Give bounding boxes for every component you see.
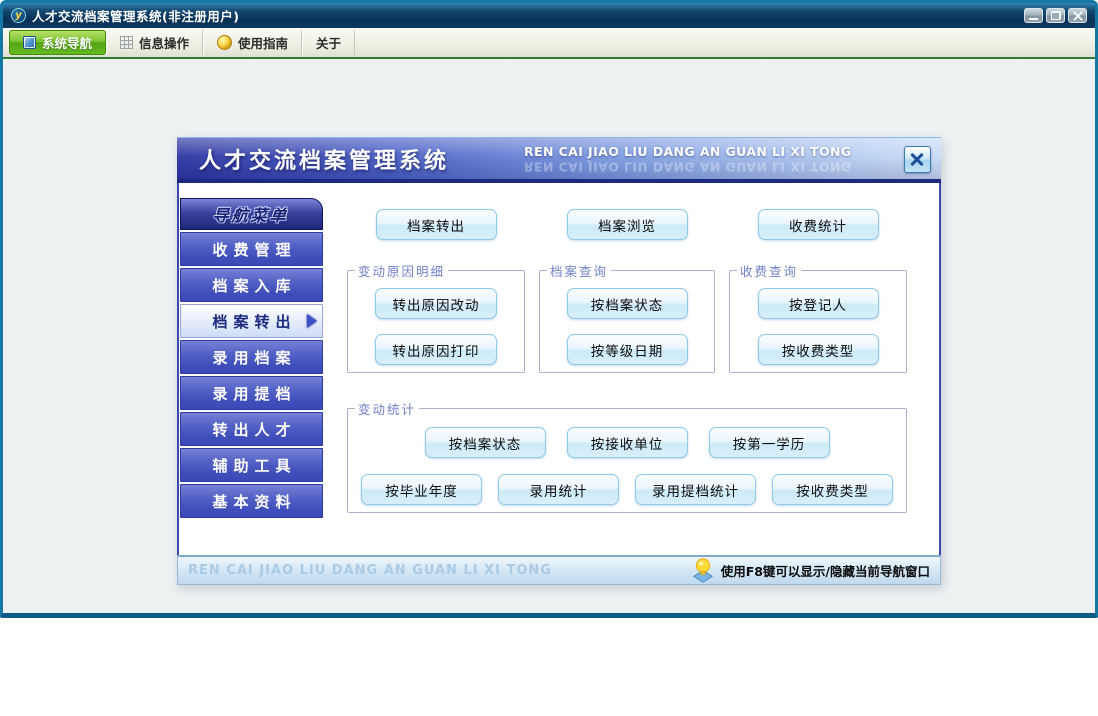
stats-by-first-education-button[interactable]: 按第一学历 [708, 427, 830, 458]
restore-button[interactable] [1046, 8, 1065, 23]
close-button[interactable] [1068, 8, 1087, 23]
by-grade-date-button[interactable]: 按等级日期 [566, 334, 688, 365]
sidebar-item-fee-management[interactable]: 收费管理 [180, 232, 323, 266]
app-logo-icon: y [11, 8, 26, 23]
content-panel: 档案转出 档案浏览 收费统计 变动原因明细 转出原因改动 转出原因打印 档案查询… [347, 209, 907, 513]
sidebar-item-basic-data[interactable]: 基本资料 [180, 484, 323, 518]
tab-about[interactable]: 关于 [302, 30, 356, 55]
sidebar-item-archive-transfer[interactable]: 档案转出 [180, 304, 323, 338]
dialog-status-bar: REN CAI JIAO LIU DANG AN GUAN LI XI TONG… [177, 555, 941, 585]
dialog-header: 人才交流档案管理系统 REN CAI JIAO LIU DANG AN GUAN… [177, 137, 941, 183]
stats-by-graduation-year-button[interactable]: 按毕业年度 [361, 474, 482, 505]
groupbox-title: 变动原因明细 [358, 264, 446, 279]
tab-label: 系统导航 [42, 36, 93, 51]
stats-row-2: 按毕业年度 录用统计 录用提档统计 按收费类型 [348, 474, 906, 505]
archive-browse-button[interactable]: 档案浏览 [566, 209, 688, 240]
minimize-icon [1029, 17, 1038, 20]
stats-by-receiving-unit-button[interactable]: 按接收单位 [566, 427, 688, 458]
by-registrant-button[interactable]: 按登记人 [757, 288, 879, 319]
sidebar-item-label: 档案转出 [212, 312, 297, 331]
tab-label: 使用指南 [238, 36, 289, 51]
navigation-dialog: 人才交流档案管理系统 REN CAI JIAO LIU DANG AN GUAN… [177, 137, 941, 585]
groupbox-fee-query: 收费查询 按登记人 按收费类型 [729, 261, 907, 373]
dialog-subtitle: REN CAI JIAO LIU DANG AN GUAN LI XI TONG… [524, 144, 852, 174]
stats-row-1: 按档案状态 按接收单位 按第一学历 [348, 427, 906, 458]
grid-icon [120, 36, 134, 49]
groupbox-buttons: 按档案状态 按等级日期 [540, 280, 714, 365]
sidebar-item-hire-retrieval[interactable]: 录用提档 [180, 376, 323, 410]
dialog-subtitle-text: REN CAI JIAO LIU DANG AN GUAN LI XI TONG [524, 144, 852, 159]
lightbulb-icon [692, 558, 713, 583]
sidebar-item-hire-archive[interactable]: 录用档案 [180, 340, 323, 374]
minimize-button[interactable] [1024, 8, 1043, 23]
titlebar: y 人才交流档案管理系统(非注册用户) [3, 3, 1095, 28]
groupbox-change-statistics: 变动统计 按档案状态 按接收单位 按第一学历 按毕业年度 录用统计 录用提档统计… [347, 399, 907, 513]
window-title: 人才交流档案管理系统(非注册用户) [32, 9, 240, 24]
menubar: 系统导航 信息操作 使用指南 关于 [3, 28, 1095, 59]
groupbox-archive-query: 档案查询 按档案状态 按等级日期 [539, 261, 715, 373]
stats-by-fee-type-button[interactable]: 按收费类型 [772, 474, 893, 505]
blue-square-icon [23, 36, 36, 49]
sidebar: 导航菜单 收费管理 档案入库 档案转出 录用档案 录用提档 转出人才 辅助工具 … [180, 198, 323, 520]
fee-statistics-button[interactable]: 收费统计 [757, 209, 879, 240]
close-icon [911, 153, 924, 166]
stats-hire-retrieval-statistics-button[interactable]: 录用提档统计 [635, 474, 756, 505]
sidebar-item-archive-inbound[interactable]: 档案入库 [180, 268, 323, 302]
archive-transfer-button[interactable]: 档案转出 [375, 209, 497, 240]
tab-system-nav[interactable]: 系统导航 [9, 30, 107, 55]
groupbox-buttons: 按登记人 按收费类型 [730, 280, 906, 365]
group-row: 变动原因明细 转出原因改动 转出原因打印 档案查询 按档案状态 按等级日期 收费… [347, 261, 907, 373]
sidebar-header-label: 导航菜单 [212, 206, 291, 225]
status-watermark-text: REN CAI JIAO LIU DANG AN GUAN LI XI TONG [188, 563, 552, 578]
status-hint: 使用F8键可以显示/隐藏当前导航窗口 [692, 558, 930, 583]
groupbox-change-reason-detail: 变动原因明细 转出原因改动 转出原因打印 [347, 261, 525, 373]
tab-info-operation[interactable]: 信息操作 [106, 30, 204, 55]
tab-label: 信息操作 [139, 36, 190, 51]
coin-icon [217, 35, 233, 50]
active-arrow-icon [307, 314, 317, 328]
groupbox-title: 档案查询 [550, 264, 609, 279]
transfer-reason-print-button[interactable]: 转出原因打印 [375, 334, 497, 365]
groupbox-buttons: 转出原因改动 转出原因打印 [348, 280, 524, 365]
tab-label: 关于 [316, 36, 342, 51]
status-hint-text: 使用F8键可以显示/隐藏当前导航窗口 [720, 564, 930, 579]
groupbox-title: 收费查询 [740, 264, 799, 279]
by-archive-status-button[interactable]: 按档案状态 [566, 288, 688, 319]
stats-hire-statistics-button[interactable]: 录用统计 [498, 474, 619, 505]
quick-buttons-row: 档案转出 档案浏览 收费统计 [347, 209, 907, 240]
tab-user-guide[interactable]: 使用指南 [203, 30, 303, 55]
by-fee-type-button[interactable]: 按收费类型 [757, 334, 879, 365]
sidebar-item-transferred-talent[interactable]: 转出人才 [180, 412, 323, 446]
window-controls [1024, 8, 1087, 23]
restore-icon [1050, 11, 1061, 20]
sidebar-header: 导航菜单 [180, 198, 323, 230]
dialog-body: 导航菜单 收费管理 档案入库 档案转出 录用档案 录用提档 转出人才 辅助工具 … [177, 183, 941, 555]
dialog-subtitle-reflection: REN CAI JIAO LIU DANG AN GUAN LI XI TONG [524, 159, 852, 174]
sidebar-item-auxiliary-tools[interactable]: 辅助工具 [180, 448, 323, 482]
groupbox-title: 变动统计 [358, 402, 417, 417]
dialog-title: 人才交流档案管理系统 [199, 148, 450, 174]
transfer-reason-change-button[interactable]: 转出原因改动 [375, 288, 497, 319]
dialog-close-button[interactable] [904, 146, 931, 173]
stats-by-archive-status-button[interactable]: 按档案状态 [424, 427, 546, 458]
close-icon [1073, 11, 1083, 21]
